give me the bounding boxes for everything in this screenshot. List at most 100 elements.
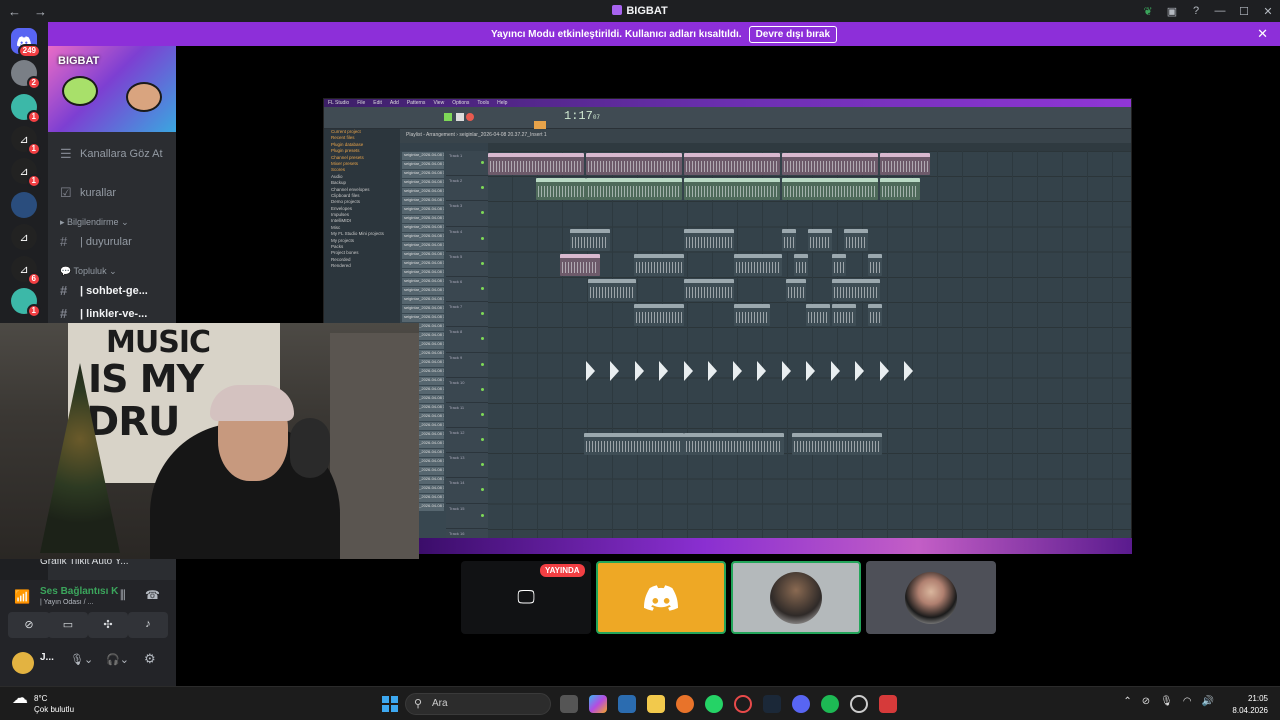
disable-streamer-mode-button[interactable]: Devre dışı bırak <box>748 25 838 43</box>
spotify-icon[interactable] <box>821 695 839 713</box>
fl-menubar: FL Studio File Edit Add Patterns View Op… <box>324 99 1131 107</box>
fl-track-header: Track 5 <box>446 252 488 277</box>
audio-clip <box>782 178 878 200</box>
disconnect-icon[interactable]: ☎ <box>145 588 160 602</box>
search-placeholder: Ara <box>432 698 448 709</box>
tray-chevron-icon[interactable]: ⌃ <box>1123 696 1131 707</box>
file-explorer-icon[interactable] <box>647 695 665 713</box>
fl-track-header: Track 7 <box>446 302 488 328</box>
fl-menu-item: Help <box>497 100 508 106</box>
audio-clip <box>586 178 682 200</box>
user-name[interactable]: J... <box>40 652 54 663</box>
voice-status[interactable]: Ses Bağlantısı K <box>40 586 118 597</box>
rules-channel[interactable]: ☑ kurallar <box>60 185 116 201</box>
browse-channels-item[interactable]: ☰ Kanallara Göz At <box>60 146 163 162</box>
dm-avatar-1[interactable]: 2 <box>11 60 41 90</box>
discord-taskbar-icon[interactable] <box>792 695 810 713</box>
audio-clip <box>808 229 832 251</box>
fl-channel: seigintar_2026-04-08 1 <box>402 179 444 187</box>
fl-time-value: 1:17 <box>564 109 593 123</box>
taskbar-clock[interactable]: 21:05 8.04.2026 <box>1232 693 1268 717</box>
linkler-channel[interactable]: # | linkler-ve-... <box>60 306 147 321</box>
tray-wifi-icon[interactable]: ◠ <box>1183 696 1192 707</box>
home-discord-icon[interactable]: 249 <box>11 28 41 58</box>
sohbet-channel[interactable]: # | sohbet-ge... <box>60 283 148 298</box>
obs-icon[interactable] <box>850 695 868 713</box>
maximize-icon[interactable]: ☐ <box>1232 5 1256 18</box>
audio-clip <box>586 153 682 175</box>
audio-clip <box>684 229 734 251</box>
camera-off-button[interactable]: ⊘ <box>8 612 50 638</box>
fl-track-label: Track 13 <box>449 455 465 461</box>
audio-clip <box>782 153 878 175</box>
fl-channel: seigintar_2026-04-08 1 <box>402 269 444 277</box>
close-window-icon[interactable]: ✕ <box>1256 5 1280 18</box>
fl-track-label: Track 3 <box>449 203 463 209</box>
stream-fl-studio[interactable]: FL Studio File Edit Add Patterns View Op… <box>323 98 1132 553</box>
server-icon-2[interactable]: ⊿ <box>11 224 37 250</box>
category-topluluk[interactable]: 💬 Topluluk ⌄ <box>60 266 117 277</box>
weather-temp: 8°C <box>34 694 48 703</box>
taskbar-search[interactable]: ⚲ Ara <box>405 693 551 715</box>
banner-close-icon[interactable]: ✕ <box>1257 26 1268 42</box>
settings-gear-icon[interactable]: ⚙ <box>144 651 156 667</box>
minimize-icon[interactable]: — <box>1208 5 1232 17</box>
copilot-icon[interactable] <box>589 695 607 713</box>
brave-browser-icon[interactable] <box>676 695 694 713</box>
audio-clip <box>868 254 882 276</box>
server-name[interactable]: BIGBAT <box>58 55 99 67</box>
server-icon-1[interactable] <box>11 192 37 218</box>
pattern-clip <box>782 361 791 381</box>
noise-suppression-icon[interactable]: ⫼ <box>120 588 126 603</box>
whatsapp-icon[interactable] <box>705 695 723 713</box>
user-avatar[interactable] <box>12 652 34 674</box>
store-icon[interactable] <box>618 695 636 713</box>
fl-channel: seigintar_2026-04-08 1 <box>402 260 444 268</box>
audio-clip <box>634 254 684 276</box>
banner-character-left <box>62 76 98 106</box>
server-icon-4[interactable]: 1 <box>11 288 41 318</box>
audio-clip <box>584 433 684 455</box>
nitro-leaf-icon[interactable]: ❦ <box>1136 5 1160 18</box>
fl-track-led <box>481 261 484 265</box>
fl-studio-taskbar-icon[interactable] <box>879 695 897 713</box>
fl-channel: seigintar_2026-04-08 1 <box>402 251 444 259</box>
screen-share-button[interactable]: ▭ <box>48 612 88 638</box>
dm-avatar-4[interactable]: ⊿ 1 <box>11 158 41 188</box>
windows-start-icon[interactable] <box>382 696 398 712</box>
tray-network-off-icon[interactable]: ⊘ <box>1142 696 1150 707</box>
participant-tile-3[interactable] <box>866 561 996 634</box>
duyurular-channel[interactable]: # | duyurular <box>60 234 132 249</box>
tray-mic-icon[interactable]: 🎙 <box>1160 696 1173 707</box>
tray-volume-icon[interactable]: 🔊 <box>1202 696 1214 707</box>
audio-clip <box>832 279 880 301</box>
fl-track-label: Track 8 <box>449 329 463 335</box>
soundboard-button[interactable]: ♪ <box>128 612 168 638</box>
dm-avatar-2[interactable]: 1 <box>11 94 41 124</box>
list-icon: ☰ <box>60 146 72 161</box>
activities-button[interactable]: ✣ <box>88 612 128 638</box>
fl-channel: seigintar_2026-04-08 1 <box>402 305 444 313</box>
voice-room[interactable]: | Yayın Odası / ... <box>40 599 93 606</box>
steam-icon[interactable] <box>763 695 781 713</box>
pattern-clip <box>586 361 595 381</box>
inbox-icon[interactable]: ▣ <box>1160 5 1184 18</box>
microphone-icon[interactable]: 🎙⌄ <box>70 653 93 666</box>
webcam-overlay[interactable]: MUSIC IS MY DRU <box>0 323 419 559</box>
task-view-icon[interactable] <box>560 695 578 713</box>
participant-tile-2[interactable] <box>731 561 861 634</box>
fl-channel: seigintar_2026-04-08 1 <box>402 188 444 196</box>
audio-clip <box>844 229 868 251</box>
dm-badge: 2 <box>26 76 41 90</box>
weather-widget[interactable]: ☁ 8°C Çok bulutlu <box>8 691 74 715</box>
headphones-icon[interactable]: 🎧⌄ <box>106 653 129 666</box>
opera-gx-icon[interactable] <box>734 695 752 713</box>
category-bilgilendirme[interactable]: ▸ Bilgilendirme ⌄ <box>60 217 129 228</box>
help-icon[interactable]: ? <box>1184 5 1208 17</box>
dm-avatar-3[interactable]: ⊿ 1 <box>11 126 41 156</box>
home-badge: 249 <box>17 44 41 58</box>
fl-track-label: Track 2 <box>449 178 463 184</box>
server-icon-3[interactable]: ⊿ 6 <box>11 256 41 286</box>
system-tray: ⌃ ⊘ 🎙 ◠ 🔊 <box>1123 696 1214 707</box>
participant-tile-discord[interactable] <box>596 561 726 634</box>
